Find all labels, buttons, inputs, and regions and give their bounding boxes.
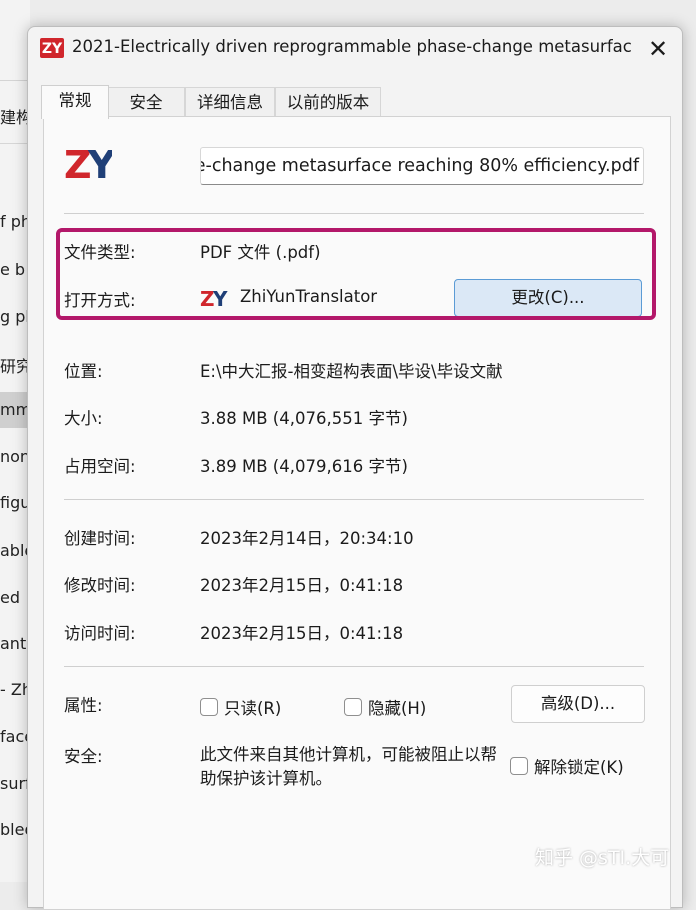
- size-on-disk-value: 3.89 MB (4,079,616 字节): [200, 457, 408, 476]
- readonly-checkbox[interactable]: 只读(R): [200, 695, 281, 719]
- properties-dialog: ZY 2021-Electrically driven reprogrammab…: [27, 26, 683, 910]
- background-row: surf: [0, 774, 30, 793]
- unblock-checkbox[interactable]: 解除锁定(K): [510, 754, 624, 778]
- checkbox-box: [200, 698, 218, 716]
- accessed-value: 2023年2月15日，0:41:18: [200, 624, 404, 643]
- tab-previous-versions[interactable]: 以前的版本: [275, 87, 381, 118]
- divider: [64, 499, 644, 500]
- size-label: 大小:: [64, 409, 103, 428]
- checkbox-box: [510, 757, 528, 775]
- readonly-label: 只读(R): [224, 699, 282, 718]
- background-divider: [0, 143, 30, 144]
- security-text: 此文件来自其他计算机，可能被阻止以帮助保护该计算机。: [200, 745, 497, 788]
- unblock-label: 解除锁定(K): [534, 758, 624, 777]
- hidden-checkbox[interactable]: 隐藏(H): [344, 695, 426, 719]
- background-row: g ph: [0, 307, 30, 326]
- background-row: - Zh: [0, 680, 30, 699]
- hidden-label: 隐藏(H): [368, 699, 427, 718]
- modified-value: 2023年2月15日，0:41:18: [200, 576, 404, 595]
- zhiyun-logo: Z Y: [64, 143, 112, 184]
- app-icon-text: ZY: [42, 41, 63, 57]
- background-row: bled: [0, 820, 30, 839]
- background-row: 建构表: [0, 108, 30, 127]
- accessed-label: 访问时间:: [64, 624, 136, 643]
- checkbox-box: [344, 698, 362, 716]
- background-row: ed: [0, 588, 20, 607]
- background-row: able: [0, 541, 30, 560]
- close-icon: ✕: [647, 35, 669, 63]
- background-file-list: 建构表 f ph e b g ph 研究 mm non- figu able e…: [0, 0, 30, 882]
- tab-general[interactable]: 常规: [41, 85, 109, 119]
- background-row: ant: [0, 634, 27, 653]
- tab-details[interactable]: 详细信息: [185, 87, 275, 118]
- background-divider: [0, 80, 30, 81]
- zhiyun-app-icon: ZY: [40, 38, 64, 58]
- created-value: 2023年2月14日，20:34:10: [200, 529, 414, 548]
- background-row: non-: [0, 447, 30, 466]
- divider: [64, 213, 644, 214]
- close-button[interactable]: ✕: [640, 31, 676, 67]
- advanced-button[interactable]: 高级(D)...: [511, 685, 645, 723]
- created-label: 创建时间:: [64, 529, 136, 548]
- background-row: 研究: [0, 357, 30, 376]
- modified-label: 修改时间:: [64, 576, 136, 595]
- svg-text:Y: Y: [87, 143, 112, 184]
- divider: [64, 666, 644, 667]
- filename-field[interactable]: se-change metasurface reaching 80% effic…: [200, 147, 644, 185]
- watermark: 知乎 @sTI.大可: [535, 847, 670, 869]
- general-panel: Z Y se-change metasurface reaching 80% e…: [43, 116, 671, 910]
- location-label: 位置:: [64, 362, 103, 381]
- background-row: face: [0, 727, 30, 746]
- size-value: 3.88 MB (4,076,551 字节): [200, 409, 408, 428]
- location-value: E:\中大汇报-相变超构表面\毕设\毕设文献: [200, 362, 503, 381]
- filename-text: se-change metasurface reaching 80% effic…: [200, 156, 639, 176]
- tab-security[interactable]: 安全: [107, 87, 185, 118]
- window-title: 2021-Electrically driven reprogrammable …: [72, 37, 632, 56]
- security-label: 安全:: [64, 747, 103, 766]
- background-row: f ph: [0, 212, 30, 231]
- background-row: e b: [0, 260, 26, 279]
- attributes-label: 属性:: [64, 696, 103, 715]
- size-on-disk-label: 占用空间:: [64, 457, 136, 476]
- highlight-box: [56, 228, 656, 320]
- background-row: figu: [0, 493, 30, 512]
- background-row-selected: mm: [0, 392, 30, 428]
